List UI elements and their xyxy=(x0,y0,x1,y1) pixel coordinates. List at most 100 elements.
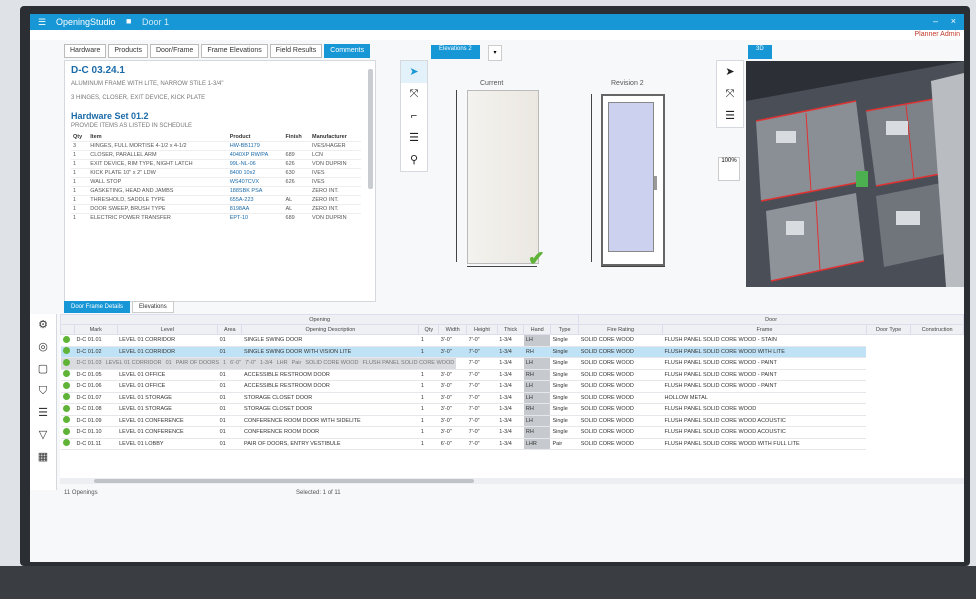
column-header[interactable]: Opening Description xyxy=(241,324,420,335)
row-status-cell[interactable] xyxy=(60,358,75,370)
hardware-cell: 1 xyxy=(71,168,89,178)
table-row[interactable]: D-C 01.03 LEVEL 01 CORRIDOR 01 PAIR OF DOOR… xyxy=(60,358,457,370)
close-icon[interactable]: × xyxy=(951,16,956,26)
hardware-cell: 1 xyxy=(71,195,89,205)
table-row[interactable]: D-C 01.10 LEVEL 01 CONFERENCE 01 CONFERENCE… xyxy=(60,426,964,439)
select-pointer-icon[interactable]: ➤ xyxy=(401,61,427,83)
row-status-cell[interactable] xyxy=(60,346,75,358)
select-pointer-icon[interactable]: ➤ xyxy=(717,61,743,83)
hardware-row[interactable]: 1 THRESHOLD, SADDLE TYPE 655A-223 AL ZERO IN… xyxy=(71,195,361,205)
column-header[interactable]: Qty xyxy=(418,324,440,335)
column-header[interactable]: Level xyxy=(116,324,219,335)
hardware-row[interactable]: 1 WALL STOP WS407CVX 626 IVES xyxy=(71,177,361,187)
elevation-select[interactable]: Elevations 2 xyxy=(431,45,480,59)
tab-hardware[interactable]: Hardware xyxy=(64,44,107,58)
revision-door-elevation[interactable] xyxy=(601,94,665,266)
table-row[interactable]: D-C 01.05 LEVEL 01 OFFICE 01 ACCESSIBLE RES… xyxy=(60,369,964,381)
column-header[interactable]: Width xyxy=(438,324,468,335)
hardware-row[interactable]: 1 KICK PLATE 10" x 2" LDW 8400 10x2 630 IVES xyxy=(71,168,361,178)
table-cell: LEVEL 01 OFFICE xyxy=(117,380,218,393)
hardware-row[interactable]: 1 EXIT DEVICE, RIM TYPE, NIGHT LATCH 99L-N… xyxy=(71,159,361,169)
measure-icon[interactable]: ⌐ xyxy=(401,105,427,127)
tab-frame-elevations[interactable]: Frame Elevations xyxy=(201,44,268,58)
row-status-cell[interactable] xyxy=(60,438,75,450)
zoom-control[interactable]: 100% xyxy=(718,157,740,181)
door-handle xyxy=(654,176,657,190)
hardware-set-title: Hardware Set 01.2 xyxy=(71,111,149,121)
hardware-row[interactable]: 1 DOOR SWEEP, BRUSH TYPE 8198AA AL ZERO INT. xyxy=(71,204,361,214)
table-row[interactable]: D-C 01.11 LEVEL 01 LOBBY 01 PAIR OF DOORS, … xyxy=(60,438,964,450)
layers-icon[interactable]: ☰ xyxy=(717,105,743,127)
column-header[interactable]: Mark xyxy=(74,324,118,335)
filter-icon[interactable]: ▽ xyxy=(30,424,56,446)
table-cell: FLUSH PANEL SOLID CORE WOOD WITH LITE xyxy=(662,346,867,358)
current-door-elevation[interactable] xyxy=(467,90,539,264)
user-label[interactable]: Planner Admin xyxy=(914,31,960,38)
column-header[interactable]: Door Type xyxy=(865,324,912,335)
3d-model-view[interactable] xyxy=(746,61,964,287)
tab-field-results[interactable]: Field Results xyxy=(269,44,323,58)
hardware-cell: 99L-NL-06 xyxy=(227,159,284,169)
column-header[interactable]: Height xyxy=(466,324,498,335)
row-status-cell[interactable] xyxy=(60,426,75,439)
list-icon[interactable]: ☰ xyxy=(401,127,427,149)
table-cell: Pair xyxy=(550,438,579,450)
hardware-cell: CLOSER, PARALLEL ARM xyxy=(88,150,228,160)
table-cell: FLUSH PANEL SOLID CORE WOOD WITH FULL LI… xyxy=(662,438,867,450)
tab-products[interactable]: Products xyxy=(108,44,148,58)
column-header[interactable]: Fire Rating xyxy=(578,324,663,335)
hw-header: Finish xyxy=(285,134,302,140)
minimize-icon[interactable]: – xyxy=(933,16,938,26)
current-label: Current xyxy=(480,80,504,87)
table-cell: 3'-0" xyxy=(438,346,467,358)
fit-view-icon[interactable]: ⤧ xyxy=(401,83,427,105)
tag-icon[interactable]: ⛉ xyxy=(30,380,56,402)
hardware-cell: EPT-10 xyxy=(227,213,284,222)
table-cell: 7'-0" xyxy=(466,358,498,370)
export-icon[interactable]: ▦ xyxy=(30,446,56,468)
row-status-cell[interactable] xyxy=(60,369,75,381)
tab-elevations[interactable]: Elevations xyxy=(132,301,174,313)
hardware-row[interactable]: 1 CLOSER, PARALLEL ARM 4040XP RW/PA 689 LCN xyxy=(71,150,361,160)
column-header[interactable]: Hand xyxy=(523,324,551,335)
hardware-row[interactable]: 1 ELECTRIC POWER TRANSFER EPT-10 689 VON DUP… xyxy=(71,213,361,222)
table-row[interactable]: D-C 01.09 LEVEL 01 CONFERENCE 01 CONFERENCE… xyxy=(60,415,964,427)
target-icon[interactable]: ◎ xyxy=(30,336,56,358)
column-header[interactable]: Frame xyxy=(662,324,867,335)
grid-horizontal-scrollbar[interactable] xyxy=(60,478,964,484)
tab-door-frame-details[interactable]: Door Frame Details xyxy=(64,301,131,313)
row-status-cell[interactable] xyxy=(60,392,75,404)
hardware-row[interactable]: 1 GASKETING, HEAD AND JAMBS 188SBK PSA ZERO… xyxy=(71,186,361,196)
column-header[interactable]: Area xyxy=(217,324,243,335)
hardware-cell: 655A-223 xyxy=(227,195,284,205)
chevron-down-icon[interactable]: ▾ xyxy=(488,45,502,61)
tab-comments[interactable]: Comments xyxy=(324,44,371,58)
table-cell: 1 xyxy=(418,415,439,427)
column-header[interactable]: Type xyxy=(549,324,580,335)
table-row[interactable]: D-C 01.06 LEVEL 01 OFFICE 01 ACCESSIBLE RES… xyxy=(60,380,964,393)
dimension-line xyxy=(591,94,592,262)
menu-icon[interactable]: ☰ xyxy=(38,17,46,28)
home-icon[interactable]: ■ xyxy=(126,16,131,26)
3d-model-drawing xyxy=(746,61,964,287)
pin-icon[interactable]: ⚲ xyxy=(401,149,427,171)
table-row[interactable]: D-C 01.01 LEVEL 01 CORRIDOR 01 SINGLE SWING… xyxy=(60,334,964,347)
table-row[interactable]: D-C 01.08 LEVEL 01 STORAGE 01 STORAGE CLOSE… xyxy=(60,403,964,416)
column-header[interactable]: Construction xyxy=(910,324,964,335)
scrollbar-thumb[interactable] xyxy=(94,479,474,483)
folder-icon[interactable]: ▢ xyxy=(30,358,56,380)
hardware-row[interactable]: 3 HINGES, FULL MORTISE 4-1/2 x 4-1/2 HW-BB… xyxy=(71,141,361,151)
row-status-cell[interactable] xyxy=(60,334,75,347)
list-icon[interactable]: ☰ xyxy=(30,402,56,424)
fit-view-icon[interactable]: ⤧ xyxy=(717,83,743,105)
settings-icon[interactable]: ⚙ xyxy=(30,314,56,336)
row-status-cell[interactable] xyxy=(60,415,75,427)
panel-scrollbar[interactable] xyxy=(368,69,373,189)
table-row[interactable]: D-C 01.02 LEVEL 01 CORRIDOR 01 SINGLE SWING… xyxy=(60,346,964,358)
column-header[interactable]: Thick xyxy=(496,324,525,335)
view3d-select[interactable]: 3D xyxy=(748,45,772,59)
row-status-cell[interactable] xyxy=(60,380,75,393)
row-status-cell[interactable] xyxy=(60,403,75,416)
tab-door-frame[interactable]: Door/Frame xyxy=(149,44,200,58)
table-row[interactable]: D-C 01.07 LEVEL 01 STORAGE 01 STORAGE CLOSE… xyxy=(60,392,964,404)
